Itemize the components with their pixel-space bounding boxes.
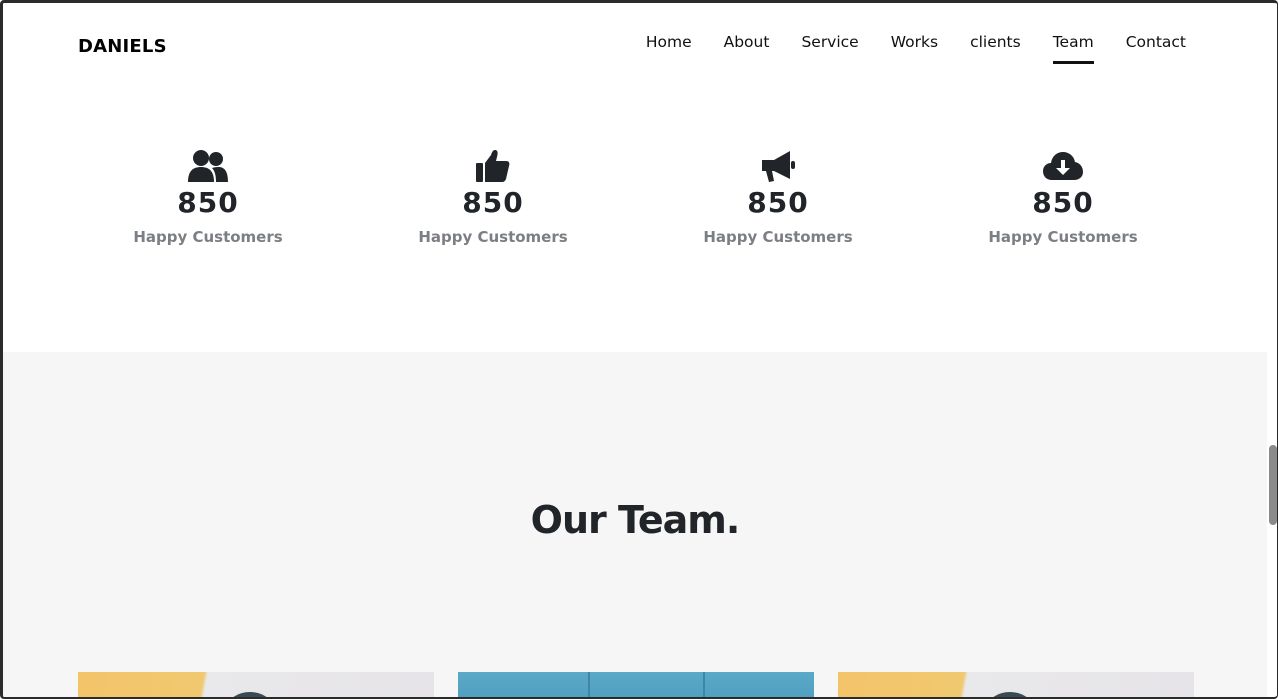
stat-number: 850 (1032, 186, 1094, 219)
team-member-head (228, 692, 272, 697)
stat-label: Happy Customers (703, 228, 853, 246)
nav-clients[interactable]: clients (970, 33, 1021, 63)
stat-item: 850 Happy Customers (963, 148, 1163, 246)
stat-label: Happy Customers (418, 228, 568, 246)
team-member-photo[interactable] (838, 672, 1194, 697)
team-title: Our Team. (530, 498, 741, 542)
navbar: DANIELS Home About Service Works clients… (3, 2, 1267, 92)
nav-contact[interactable]: Contact (1126, 33, 1186, 63)
stat-number: 850 (747, 186, 809, 219)
nav-home[interactable]: Home (646, 33, 692, 63)
stat-item: 850 Happy Customers (393, 148, 593, 246)
megaphone-icon (678, 148, 878, 184)
team-member-photo[interactable] (78, 672, 434, 697)
team-section: Our Team. (3, 352, 1267, 697)
stat-number: 850 (462, 186, 524, 219)
nav-about[interactable]: About (724, 33, 770, 63)
nav-works[interactable]: Works (891, 33, 938, 63)
users-icon (108, 148, 308, 184)
cloud-download-icon (963, 148, 1163, 184)
photo-detail (703, 672, 705, 697)
team-member-head (988, 692, 1032, 697)
stat-number: 850 (177, 186, 239, 219)
nav-service[interactable]: Service (801, 33, 858, 63)
stat-item: 850 Happy Customers (678, 148, 878, 246)
main-nav: Home About Service Works clients Team Co… (614, 33, 1186, 64)
stats-section: 850 Happy Customers 850 Happy Customers … (3, 148, 1267, 268)
stat-label: Happy Customers (988, 228, 1138, 246)
stat-item: 850 Happy Customers (108, 148, 308, 246)
scrollbar-thumb[interactable] (1269, 445, 1277, 525)
team-member-photo[interactable] (458, 672, 814, 697)
thumbs-up-icon (393, 148, 593, 184)
scrollbar[interactable] (1267, 0, 1278, 699)
brand-logo[interactable]: DANIELS (78, 36, 167, 57)
stat-label: Happy Customers (133, 228, 283, 246)
nav-team[interactable]: Team (1052, 33, 1094, 64)
photo-detail (588, 672, 590, 697)
page-viewport: DANIELS Home About Service Works clients… (3, 2, 1267, 697)
